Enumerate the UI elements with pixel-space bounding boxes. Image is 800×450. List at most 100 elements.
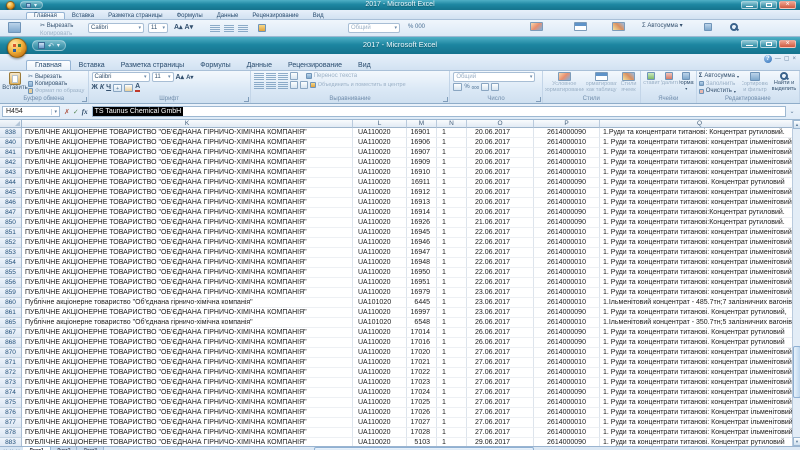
align-top-icon[interactable] bbox=[254, 73, 264, 80]
cut-button[interactable]: ✂Вырезать bbox=[28, 73, 84, 80]
cell-P[interactable]: 2614000010 bbox=[534, 168, 600, 178]
cell-L[interactable]: UA110020 bbox=[353, 178, 407, 188]
cell-L[interactable]: UA110020 bbox=[353, 128, 407, 138]
cell-N[interactable]: 1 bbox=[437, 348, 467, 358]
cell-K[interactable]: ПУБЛІЧНЕ АКЦІОНЕРНЕ ТОВАРИСТВО "ОБ'ЄДНАН… bbox=[22, 198, 353, 208]
formula-input[interactable]: TS Taunus Chemical GmbH bbox=[92, 106, 786, 117]
cell-O[interactable]: 26.06.2017 bbox=[467, 338, 534, 348]
row-number[interactable]: 876 bbox=[0, 408, 22, 418]
conditional-formatting-button[interactable]: Условное форматирование bbox=[545, 72, 584, 95]
cell-M[interactable]: 17014 bbox=[407, 328, 437, 338]
font-size-select[interactable]: 11▾ bbox=[152, 72, 174, 82]
cell-N[interactable]: 1 bbox=[437, 358, 467, 368]
cell-O[interactable]: 22.06.2017 bbox=[467, 228, 534, 238]
cell-L[interactable]: UA110020 bbox=[353, 228, 407, 238]
row-number[interactable]: 865 bbox=[0, 318, 22, 328]
cell-M[interactable]: 5103 bbox=[407, 438, 437, 446]
cell-P[interactable]: 2614000090 bbox=[534, 218, 600, 228]
cell-N[interactable]: 1 bbox=[437, 148, 467, 158]
cell-N[interactable]: 1 bbox=[437, 288, 467, 298]
cell-M[interactable]: 17022 bbox=[407, 368, 437, 378]
cell-L[interactable]: UA110020 bbox=[353, 338, 407, 348]
paste-icon[interactable] bbox=[8, 22, 21, 33]
cell-M[interactable]: 17021 bbox=[407, 358, 437, 368]
row-number[interactable]: 845 bbox=[0, 188, 22, 198]
vertical-scrollbar[interactable]: ▲ ▼ bbox=[792, 120, 800, 446]
cell-M[interactable]: 16912 bbox=[407, 188, 437, 198]
row-number[interactable]: 847 bbox=[0, 208, 22, 218]
cell-O[interactable]: 27.06.2017 bbox=[467, 348, 534, 358]
cell-L[interactable]: UA110020 bbox=[353, 398, 407, 408]
dialog-launcher-icon[interactable] bbox=[244, 97, 249, 102]
cell-N[interactable]: 1 bbox=[437, 198, 467, 208]
cell-L[interactable]: UA110020 bbox=[353, 358, 407, 368]
cell-O[interactable]: 20.06.2017 bbox=[467, 168, 534, 178]
cell-N[interactable]: 1 bbox=[437, 438, 467, 446]
cell-M[interactable]: 17023 bbox=[407, 378, 437, 388]
grow-font-icon[interactable]: А▴ bbox=[176, 73, 185, 81]
cell-Q[interactable]: 1. Руди та концентрати титанові. Концент… bbox=[600, 308, 800, 318]
clear-button[interactable]: Очистить▾ bbox=[699, 88, 739, 94]
cell-Q[interactable]: 1. Руди та концентрати титанові: концент… bbox=[600, 258, 800, 268]
cell-M[interactable]: 17024 bbox=[407, 388, 437, 398]
number-format-select[interactable]: Общий▾ bbox=[348, 23, 400, 33]
cell-M[interactable]: 17026 bbox=[407, 408, 437, 418]
cell-O[interactable]: 27.06.2017 bbox=[467, 398, 534, 408]
cell-O[interactable]: 20.06.2017 bbox=[467, 178, 534, 188]
cell-N[interactable]: 1 bbox=[437, 168, 467, 178]
cell-K[interactable]: ПУБЛІЧНЕ АКЦІОНЕРНЕ ТОВАРИСТВО "ОБ'ЄДНАН… bbox=[22, 408, 353, 418]
row-number[interactable]: 860 bbox=[0, 298, 22, 308]
cell-P[interactable]: 2614000010 bbox=[534, 268, 600, 278]
cell-N[interactable]: 1 bbox=[437, 248, 467, 258]
cell-K[interactable]: Публічне акціонерне товариство "Об'єднан… bbox=[22, 318, 353, 328]
cell-P[interactable]: 2614000010 bbox=[534, 138, 600, 148]
cell-P[interactable]: 2614000010 bbox=[534, 238, 600, 248]
cancel-icon[interactable]: ✗ bbox=[64, 108, 70, 116]
cell-M[interactable]: 6445 bbox=[407, 298, 437, 308]
cell-L[interactable]: UA101020 bbox=[353, 298, 407, 308]
cell-M[interactable]: 16997 bbox=[407, 308, 437, 318]
row-number[interactable]: 873 bbox=[0, 378, 22, 388]
font-size-select[interactable]: 11▾ bbox=[148, 23, 168, 33]
comma-style-icon[interactable]: 000 bbox=[472, 85, 480, 90]
enter-icon[interactable]: ✓ bbox=[73, 108, 79, 116]
cell-N[interactable]: 1 bbox=[437, 228, 467, 238]
minimize-button[interactable] bbox=[741, 1, 758, 9]
cell-N[interactable]: 1 bbox=[437, 308, 467, 318]
cell-P[interactable]: 2614000010 bbox=[534, 278, 600, 288]
cell-N[interactable]: 1 bbox=[437, 328, 467, 338]
cell-P[interactable]: 2614000010 bbox=[534, 408, 600, 418]
cell-O[interactable]: 22.06.2017 bbox=[467, 238, 534, 248]
cell-N[interactable]: 1 bbox=[437, 218, 467, 228]
close-button[interactable]: × bbox=[779, 1, 796, 9]
cell-Q[interactable]: 1. Руди та концентрати титанові: концент… bbox=[600, 268, 800, 278]
cell-O[interactable]: 26.06.2017 bbox=[467, 318, 534, 328]
cell-L[interactable]: UA110020 bbox=[353, 278, 407, 288]
cell-N[interactable]: 1 bbox=[437, 418, 467, 428]
minimize-button[interactable] bbox=[741, 40, 758, 48]
cell-N[interactable]: 1 bbox=[437, 238, 467, 248]
tab-разметка страницы[interactable]: Разметка страницы bbox=[101, 13, 169, 19]
cell-M[interactable]: 16979 bbox=[407, 288, 437, 298]
cell-Q[interactable]: 1.Руди та концентрати титанові: Концентр… bbox=[600, 128, 800, 138]
cell-L[interactable]: UA110020 bbox=[353, 138, 407, 148]
cell-P[interactable]: 2614000010 bbox=[534, 428, 600, 438]
find-select-icon[interactable] bbox=[730, 23, 738, 31]
increase-decimal-icon[interactable] bbox=[481, 83, 489, 91]
workbook-close-icon[interactable]: × bbox=[792, 55, 796, 63]
cell-L[interactable]: UA110020 bbox=[353, 218, 407, 228]
cell-O[interactable]: 23.06.2017 bbox=[467, 298, 534, 308]
cell-K[interactable]: ПУБЛІЧНЕ АКЦІОНЕРНЕ ТОВАРИСТВО "ОБ'ЄДНАН… bbox=[22, 398, 353, 408]
cell-K[interactable]: Публічне акціонерне товариство "Об'єднан… bbox=[22, 298, 353, 308]
column-header-O[interactable]: O bbox=[467, 120, 534, 128]
cell-Q[interactable]: 1. Руди та концентрати титанові: концент… bbox=[600, 228, 800, 238]
cell-K[interactable]: ПУБЛІЧНЕ АКЦІОНЕРНЕ ТОВАРИСТВО "ОБ'ЄДНАН… bbox=[22, 278, 353, 288]
cell-N[interactable]: 1 bbox=[437, 138, 467, 148]
accounting-format-icon[interactable] bbox=[453, 83, 462, 91]
number-format-select[interactable]: Общий▾ bbox=[453, 72, 535, 82]
cell-L[interactable]: UA110020 bbox=[353, 238, 407, 248]
cell-P[interactable]: 2614000010 bbox=[534, 228, 600, 238]
cell-Q[interactable]: 1. Руди та концентрати титанові: концент… bbox=[600, 288, 800, 298]
row-number[interactable]: 842 bbox=[0, 158, 22, 168]
cell-N[interactable]: 1 bbox=[437, 208, 467, 218]
